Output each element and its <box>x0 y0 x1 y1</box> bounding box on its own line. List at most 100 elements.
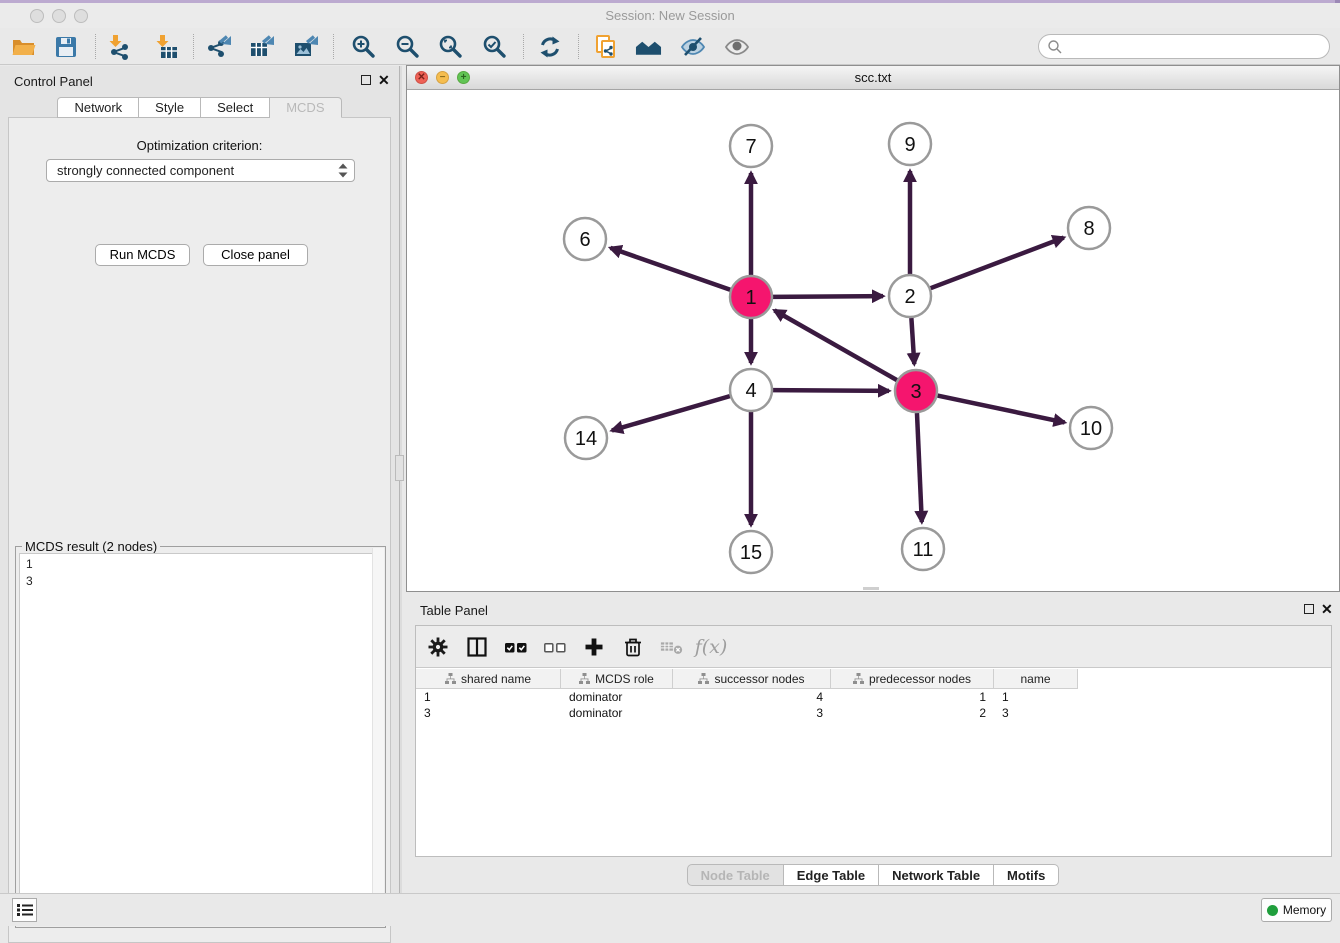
zoom-selected-icon[interactable] <box>480 33 507 60</box>
edge-2-8[interactable] <box>931 238 1064 289</box>
open-session-icon[interactable] <box>10 33 37 60</box>
import-table-icon[interactable] <box>152 33 179 60</box>
tab-style[interactable]: Style <box>139 97 201 118</box>
task-history-button[interactable] <box>12 898 37 922</box>
tab-network-table[interactable]: Network Table <box>879 864 994 886</box>
close-panel-button[interactable]: Close panel <box>203 244 308 266</box>
edge-1-2[interactable] <box>773 296 883 297</box>
column-header-name[interactable]: name <box>994 669 1078 688</box>
import-network-icon[interactable] <box>105 33 132 60</box>
tab-network[interactable]: Network <box>57 97 139 118</box>
tab-select[interactable]: Select <box>201 97 270 118</box>
edge-3-1[interactable] <box>774 310 896 380</box>
graph-node-11[interactable]: 11 <box>902 528 944 570</box>
edge-2-3[interactable] <box>911 318 914 364</box>
criterion-dropdown[interactable]: strongly connected component <box>46 159 355 182</box>
splitter-grip[interactable] <box>395 455 404 481</box>
edge-1-6[interactable] <box>610 248 730 290</box>
network-zoom-icon[interactable]: + <box>457 71 470 84</box>
select-all-icon[interactable] <box>504 635 528 659</box>
graph-node-3[interactable]: 3 <box>895 370 937 412</box>
column-header-predecessor-nodes[interactable]: predecessor nodes <box>831 669 994 688</box>
tab-motifs[interactable]: Motifs <box>994 864 1059 886</box>
table-panel: Table Panel ✕ <box>406 595 1340 886</box>
graph-node-4[interactable]: 4 <box>730 369 772 411</box>
add-column-icon[interactable] <box>582 635 606 659</box>
close-table-panel-icon[interactable]: ✕ <box>1321 601 1333 618</box>
network-graph[interactable]: 7 9 6 8 1 2 4 3 14 10 15 11 <box>407 90 1339 591</box>
table-row[interactable]: 3 dominator 3 2 3 <box>416 705 1078 721</box>
clone-network-icon[interactable] <box>592 33 619 60</box>
export-table-icon[interactable] <box>248 33 275 60</box>
function-builder-icon: f(x) <box>699 635 723 659</box>
edge-4-14[interactable] <box>612 396 730 430</box>
svg-text:1: 1 <box>745 287 756 309</box>
tree-icon <box>579 673 590 684</box>
zoom-out-icon[interactable] <box>393 33 420 60</box>
graph-node-7[interactable]: 7 <box>730 125 772 167</box>
network-window: ✕ − + scc.txt 7 9 6 8 1 2 4 3 14 10 15 11 <box>406 65 1340 592</box>
graph-node-2[interactable]: 2 <box>889 275 931 317</box>
table-header-row: shared name MCDS role successor nodes pr… <box>416 669 1078 689</box>
column-header-successor-nodes[interactable]: successor nodes <box>673 669 831 688</box>
window-close-icon[interactable] <box>30 9 44 23</box>
float-panel-icon[interactable] <box>361 75 371 85</box>
control-panel: Control Panel ✕ Network Style Select MCD… <box>0 66 399 893</box>
tab-mcds[interactable]: MCDS <box>270 97 341 118</box>
edge-3-11[interactable] <box>917 413 922 522</box>
table-tabs: Node Table Edge Table Network Table Moti… <box>406 864 1340 886</box>
chevron-up-down-icon <box>336 162 350 179</box>
svg-text:2: 2 <box>904 286 915 308</box>
search-field[interactable] <box>1038 34 1330 59</box>
svg-text:14: 14 <box>575 428 597 450</box>
network-title: scc.txt <box>407 66 1339 90</box>
gear-icon[interactable] <box>426 635 450 659</box>
tree-icon <box>698 673 709 684</box>
window-zoom-icon[interactable] <box>74 9 88 23</box>
run-mcds-button[interactable]: Run MCDS <box>95 244 190 266</box>
control-panel-title: Control Panel <box>14 74 93 89</box>
mcds-result-title: MCDS result (2 nodes) <box>22 539 160 554</box>
delete-column-icon[interactable] <box>621 635 645 659</box>
canvas-grip[interactable] <box>863 587 879 590</box>
mcds-result-groupbox: MCDS result (2 nodes) 1 3 <box>15 546 386 928</box>
svg-text:9: 9 <box>904 134 915 156</box>
window-minimize-icon[interactable] <box>52 9 66 23</box>
network-window-titlebar[interactable]: ✕ − + scc.txt <box>407 66 1339 90</box>
graph-node-6[interactable]: 6 <box>564 218 606 260</box>
mcds-result-textarea[interactable]: 1 3 <box>19 553 382 924</box>
result-scrollbar[interactable] <box>372 548 384 917</box>
zoom-fit-icon[interactable] <box>436 33 463 60</box>
network-minimize-icon[interactable]: − <box>436 71 449 84</box>
network-close-icon[interactable]: ✕ <box>415 71 428 84</box>
refresh-icon[interactable] <box>536 33 563 60</box>
close-panel-icon[interactable]: ✕ <box>378 72 390 89</box>
graph-node-10[interactable]: 10 <box>1070 407 1112 449</box>
export-image-icon[interactable] <box>292 33 319 60</box>
tab-node-table[interactable]: Node Table <box>687 864 784 886</box>
hide-graphics-icon[interactable] <box>679 33 706 60</box>
save-session-icon[interactable] <box>52 33 79 60</box>
show-graphics-icon[interactable] <box>723 33 750 60</box>
zoom-in-icon[interactable] <box>349 33 376 60</box>
network-canvas[interactable]: 7 9 6 8 1 2 4 3 14 10 15 11 <box>407 90 1339 591</box>
show-all-networks-icon[interactable] <box>635 33 662 60</box>
edge-4-3[interactable] <box>773 390 889 391</box>
graph-node-15[interactable]: 15 <box>730 531 772 573</box>
graph-node-1[interactable]: 1 <box>730 276 772 318</box>
edge-3-10[interactable] <box>938 396 1065 423</box>
status-bar: Memory <box>0 893 1340 926</box>
column-header-mcds-role[interactable]: MCDS role <box>561 669 673 688</box>
graph-node-8[interactable]: 8 <box>1068 207 1110 249</box>
search-input[interactable] <box>1063 39 1329 54</box>
tab-edge-table[interactable]: Edge Table <box>784 864 879 886</box>
deselect-all-icon[interactable] <box>543 635 567 659</box>
column-header-shared-name[interactable]: shared name <box>416 669 561 688</box>
table-row[interactable]: 1 dominator 4 1 1 <box>416 689 1078 705</box>
columns-icon[interactable] <box>465 635 489 659</box>
float-table-panel-icon[interactable] <box>1304 604 1314 614</box>
export-network-icon[interactable] <box>205 33 232 60</box>
graph-node-9[interactable]: 9 <box>889 123 931 165</box>
memory-button[interactable]: Memory <box>1261 898 1332 922</box>
graph-node-14[interactable]: 14 <box>565 417 607 459</box>
